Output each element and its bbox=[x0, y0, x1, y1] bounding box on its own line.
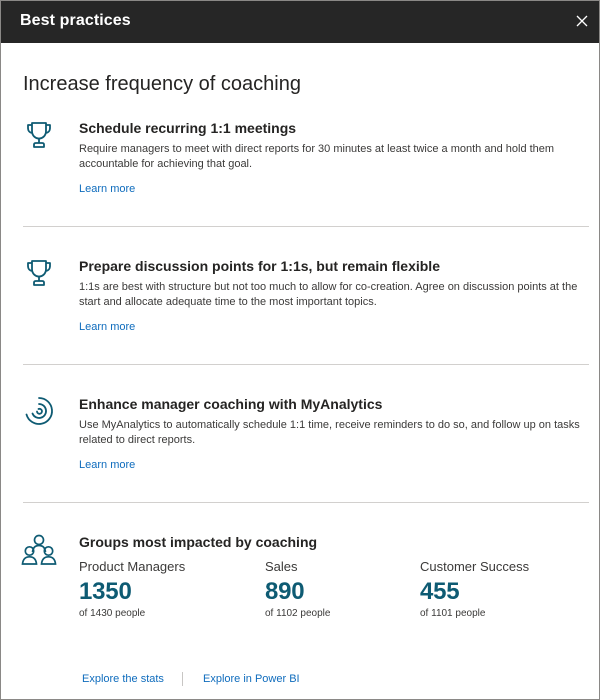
panel-title: Best practices bbox=[20, 12, 131, 29]
item-title: Schedule recurring 1:1 meetings bbox=[79, 120, 297, 136]
item-description: Require managers to meet with direct rep… bbox=[79, 143, 555, 170]
stat-customer-success: Customer Success 455 of 1101 people bbox=[420, 559, 529, 619]
learn-more-link[interactable]: Learn more bbox=[79, 321, 135, 333]
item-title: Prepare discussion points for 1:1s, but … bbox=[79, 258, 440, 274]
stat-sales: Sales 890 of 1102 people bbox=[265, 559, 330, 619]
item-description: Use MyAnalytics to automatically schedul… bbox=[79, 419, 580, 446]
myanalytics-icon bbox=[25, 397, 53, 425]
best-practices-panel: Best practices Increase frequency of coa… bbox=[0, 0, 600, 700]
item-title: Enhance manager coaching with MyAnalytic… bbox=[79, 396, 383, 412]
stat-label: Sales bbox=[265, 559, 298, 574]
page-title: Increase frequency of coaching bbox=[23, 73, 301, 95]
panel-titlebar: Best practices bbox=[1, 1, 599, 43]
divider bbox=[23, 502, 589, 503]
learn-more-link[interactable]: Learn more bbox=[79, 459, 135, 471]
trophy-icon bbox=[27, 122, 51, 148]
close-icon[interactable] bbox=[573, 12, 591, 30]
footer-separator bbox=[182, 672, 183, 686]
stat-label: Customer Success bbox=[420, 559, 530, 574]
people-group-icon bbox=[21, 534, 57, 565]
explore-stats-link[interactable]: Explore the stats bbox=[82, 673, 164, 685]
stat-value: 890 bbox=[265, 578, 305, 605]
item-description: 1:1s are best with structure but not too… bbox=[79, 281, 578, 308]
trophy-icon bbox=[27, 260, 51, 286]
stat-subtext: of 1430 people bbox=[79, 608, 146, 619]
stat-subtext: of 1102 people bbox=[265, 608, 331, 619]
stat-subtext: of 1101 people bbox=[420, 608, 486, 619]
groups-title: Groups most impacted by coaching bbox=[79, 534, 318, 550]
stat-product-managers: Product Managers 1350 of 1430 people bbox=[79, 559, 185, 619]
stat-value: 455 bbox=[420, 578, 460, 605]
explore-powerbi-link[interactable]: Explore in Power BI bbox=[203, 673, 300, 685]
divider bbox=[23, 364, 589, 365]
stat-label: Product Managers bbox=[79, 559, 186, 574]
divider bbox=[23, 226, 589, 227]
learn-more-link[interactable]: Learn more bbox=[79, 183, 135, 195]
stat-value: 1350 bbox=[79, 578, 132, 605]
